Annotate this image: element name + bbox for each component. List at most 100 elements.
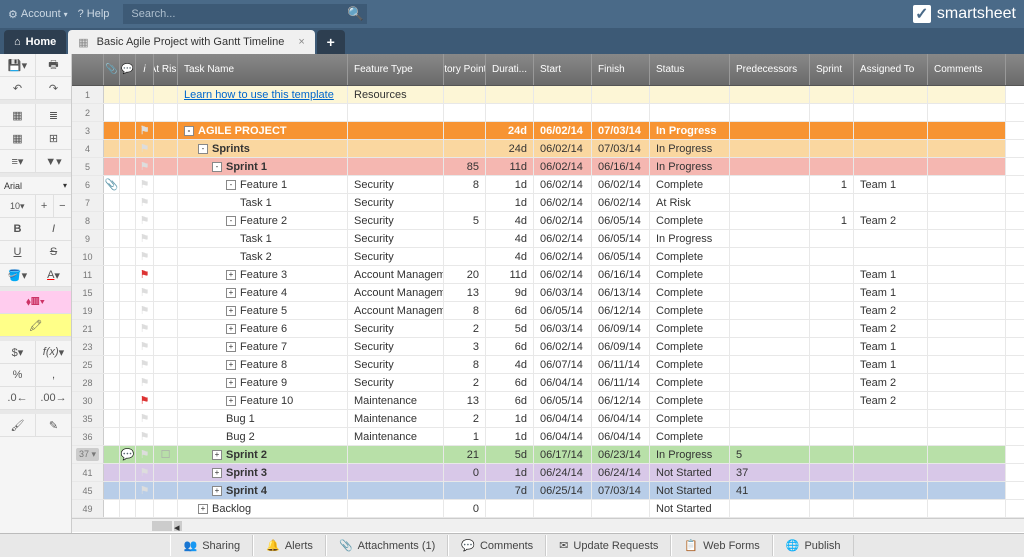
task-cell[interactable]: +Sprint 4 — [178, 482, 348, 499]
finish-cell[interactable]: 06/09/14 — [592, 320, 650, 337]
attach-cell[interactable] — [104, 320, 120, 337]
disc-cell[interactable] — [120, 86, 136, 103]
filter-btn[interactable]: ▼▾ — [36, 150, 71, 172]
status-cell[interactable]: Complete — [650, 392, 730, 409]
flag-cell[interactable] — [136, 86, 154, 103]
story-cell[interactable] — [444, 230, 486, 247]
dur-cell[interactable]: 11d — [486, 158, 534, 175]
new-tab-button[interactable]: + — [317, 30, 345, 54]
ftype-cell[interactable]: Security — [348, 374, 444, 391]
story-cell[interactable]: 8 — [444, 356, 486, 373]
status-cell[interactable]: Complete — [650, 374, 730, 391]
finish-cell[interactable]: 06/11/14 — [592, 374, 650, 391]
comm-cell[interactable] — [928, 248, 1006, 265]
disc-cell[interactable] — [120, 320, 136, 337]
status-cell[interactable]: Not Started — [650, 464, 730, 481]
task-cell[interactable]: +Sprint 2 — [178, 446, 348, 463]
pred-cell[interactable] — [730, 194, 810, 211]
table-row[interactable]: 8⚑-Feature 2Security54d06/02/1406/05/14C… — [72, 212, 1024, 230]
assign-cell[interactable]: Team 1 — [854, 284, 928, 301]
comm-cell[interactable] — [928, 158, 1006, 175]
story-cell[interactable]: 2 — [444, 410, 486, 427]
start-cell[interactable]: 06/24/14 — [534, 464, 592, 481]
risk-cell[interactable] — [154, 176, 178, 193]
start-cell[interactable]: 06/02/14 — [534, 194, 592, 211]
sprint-cell[interactable] — [810, 266, 854, 283]
flag-cell[interactable]: ⚑ — [136, 248, 154, 265]
font-select[interactable]: Arial▾ — [0, 177, 71, 195]
task-cell[interactable]: Bug 1 — [178, 410, 348, 427]
sprint-cell[interactable] — [810, 284, 854, 301]
disc-cell[interactable] — [120, 266, 136, 283]
story-cell[interactable]: 2 — [444, 374, 486, 391]
size-inc[interactable]: + — [36, 195, 54, 217]
status-cell[interactable]: In Progress — [650, 230, 730, 247]
finish-cell[interactable]: 06/13/14 — [592, 284, 650, 301]
assign-cell[interactable]: Team 1 — [854, 338, 928, 355]
search-input[interactable] — [123, 4, 343, 24]
start-cell[interactable]: 06/05/14 — [534, 392, 592, 409]
sprint-cell[interactable] — [810, 446, 854, 463]
start-cell[interactable]: 06/02/14 — [534, 212, 592, 229]
pred-cell[interactable] — [730, 374, 810, 391]
assign-cell[interactable]: Team 2 — [854, 392, 928, 409]
publish-btn[interactable]: 🌐Publish — [773, 535, 854, 556]
attach-cell[interactable] — [104, 428, 120, 445]
pred-cell[interactable] — [730, 338, 810, 355]
attach-cell[interactable] — [104, 140, 120, 157]
dur-cell[interactable]: 4d — [486, 212, 534, 229]
risk-cell[interactable] — [154, 212, 178, 229]
ftype-cell[interactable]: Maintenance — [348, 428, 444, 445]
alerts-btn[interactable]: 🔔Alerts — [253, 535, 326, 556]
task-cell[interactable]: +Feature 9 — [178, 374, 348, 391]
disc-cell[interactable] — [120, 140, 136, 157]
expand-icon[interactable]: - — [226, 216, 236, 226]
table-row[interactable]: 21⚑+Feature 6Security25d06/03/1406/09/14… — [72, 320, 1024, 338]
font-color-btn[interactable]: A▾ — [36, 264, 71, 286]
finish-cell[interactable]: 06/11/14 — [592, 356, 650, 373]
attach-cell[interactable] — [104, 410, 120, 427]
table-row[interactable]: 23⚑+Feature 7Security36d06/02/1406/09/14… — [72, 338, 1024, 356]
attach-cell[interactable] — [104, 122, 120, 139]
risk-cell[interactable] — [154, 356, 178, 373]
rownum[interactable]: 45 — [72, 482, 104, 499]
table-row[interactable]: 45⚑+Sprint 47d06/25/1407/03/14Not Starte… — [72, 482, 1024, 500]
card-btn[interactable]: ⊞ — [36, 127, 71, 149]
story-cell[interactable]: 13 — [444, 284, 486, 301]
story-cell[interactable]: 3 — [444, 338, 486, 355]
comm-cell[interactable] — [928, 140, 1006, 157]
status-cell[interactable]: In Progress — [650, 140, 730, 157]
status-cell[interactable] — [650, 104, 730, 121]
dur-cell[interactable]: 6d — [486, 374, 534, 391]
risk-cell[interactable] — [154, 122, 178, 139]
sprint-cell[interactable] — [810, 140, 854, 157]
expand-icon[interactable]: - — [198, 144, 208, 154]
rownum[interactable]: 3 — [72, 122, 104, 139]
flag-cell[interactable]: ⚑ — [136, 320, 154, 337]
story-cell[interactable]: 2 — [444, 320, 486, 337]
dur-cell[interactable]: 9d — [486, 284, 534, 301]
finish-cell[interactable]: 06/09/14 — [592, 338, 650, 355]
pred-cell[interactable] — [730, 86, 810, 103]
sprint-cell[interactable] — [810, 374, 854, 391]
comm-cell[interactable] — [928, 500, 1006, 517]
table-row[interactable]: 25⚑+Feature 8Security84d06/07/1406/11/14… — [72, 356, 1024, 374]
risk-cell[interactable] — [154, 482, 178, 499]
story-cell[interactable] — [444, 194, 486, 211]
forms-btn[interactable]: 📋Web Forms — [671, 535, 772, 556]
task-cell[interactable]: Learn how to use this template — [178, 86, 348, 103]
ftype-cell[interactable]: Security — [348, 194, 444, 211]
sprint-cell[interactable] — [810, 392, 854, 409]
disc-cell[interactable] — [120, 194, 136, 211]
finish-cell[interactable]: 06/02/14 — [592, 176, 650, 193]
comm-cell[interactable] — [928, 212, 1006, 229]
fx-btn[interactable]: f(x)▾ — [36, 341, 71, 363]
expand-icon[interactable]: + — [212, 468, 222, 478]
dur-cell[interactable]: 1d — [486, 428, 534, 445]
comm-cell[interactable] — [928, 338, 1006, 355]
assign-cell[interactable] — [854, 86, 928, 103]
risk-cell[interactable] — [154, 320, 178, 337]
flag-cell[interactable]: ⚑ — [136, 230, 154, 247]
risk-cell[interactable] — [154, 500, 178, 517]
assign-cell[interactable] — [854, 464, 928, 481]
